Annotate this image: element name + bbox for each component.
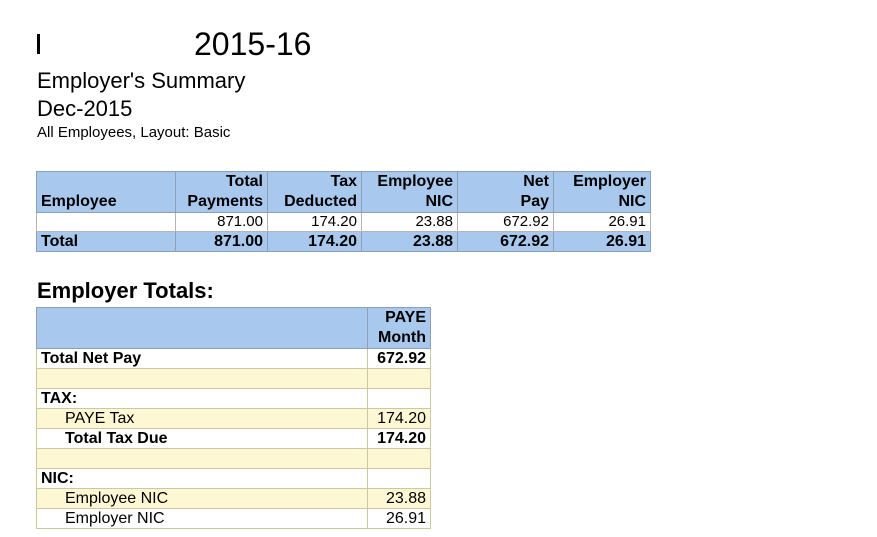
column-header-employer-nic: Employer NIC bbox=[553, 171, 651, 213]
row-label: Employee NIC bbox=[36, 488, 368, 509]
row-label: TAX: bbox=[36, 388, 368, 409]
report-title: Employer's Summary bbox=[37, 68, 246, 93]
row-value: 174.20 bbox=[367, 408, 431, 429]
row-label bbox=[36, 448, 368, 469]
employer-totals-header-blank bbox=[36, 307, 368, 349]
total-payments-total: 871.00 bbox=[175, 231, 268, 252]
table-total-row: Total 871.00 174.20 23.88 672.92 26.91 bbox=[36, 231, 651, 252]
column-header-employee-nic: Employee NIC bbox=[361, 171, 458, 213]
employer-nic-total: 26.91 bbox=[553, 231, 651, 252]
spacer-row bbox=[36, 368, 431, 389]
table-row: 871.00 174.20 23.88 672.92 26.91 bbox=[36, 212, 651, 232]
row-label: Total Net Pay bbox=[36, 348, 368, 369]
tax-section-row: TAX: bbox=[36, 388, 431, 409]
row-value: 26.91 bbox=[367, 508, 431, 529]
row-label: NIC: bbox=[36, 468, 368, 489]
row-value bbox=[367, 388, 431, 409]
employer-totals-title: Employer Totals: bbox=[37, 278, 214, 303]
row-label: Employer NIC bbox=[36, 508, 368, 529]
row-value bbox=[367, 368, 431, 389]
row-value: 672.92 bbox=[367, 348, 431, 369]
column-header-employee: Employee bbox=[36, 171, 176, 213]
report-filter: All Employees, Layout: Basic bbox=[37, 124, 231, 141]
employee-summary-table: Employee Total Payments Tax Deducted Emplo… bbox=[36, 171, 651, 252]
employer-totals-table: PAYE Month Total Net Pay 672.92 TAX: PAYE… bbox=[36, 307, 431, 529]
table-header-row: Employee Total Payments Tax Deducted Emplo… bbox=[36, 171, 651, 213]
employer-nic-cell: 26.91 bbox=[553, 212, 651, 232]
tax-year: 2015-16 bbox=[194, 26, 312, 62]
row-label bbox=[36, 368, 368, 389]
net-pay-total: 672.92 bbox=[457, 231, 554, 252]
column-header-tax-deducted: Tax Deducted bbox=[267, 171, 362, 213]
paye-tax-row: PAYE Tax 174.20 bbox=[36, 408, 431, 429]
total-payments-cell: 871.00 bbox=[175, 212, 268, 232]
row-value: 23.88 bbox=[367, 488, 431, 509]
redacted-company-mark bbox=[37, 34, 40, 54]
tax-deducted-cell: 174.20 bbox=[267, 212, 362, 232]
tax-deducted-total: 174.20 bbox=[267, 231, 362, 252]
employee-nic-cell: 23.88 bbox=[361, 212, 458, 232]
row-value: 174.20 bbox=[367, 428, 431, 449]
row-label: Total Tax Due bbox=[36, 428, 368, 449]
nic-section-row: NIC: bbox=[36, 468, 431, 489]
employer-nic-row: Employer NIC 26.91 bbox=[36, 508, 431, 529]
total-label: Total bbox=[36, 231, 176, 252]
row-label: PAYE Tax bbox=[36, 408, 368, 429]
column-header-paye-month: PAYE Month bbox=[367, 307, 431, 349]
net-pay-cell: 672.92 bbox=[457, 212, 554, 232]
column-header-net-pay: Net Pay bbox=[457, 171, 554, 213]
employee-nic-total: 23.88 bbox=[361, 231, 458, 252]
total-tax-due-row: Total Tax Due 174.20 bbox=[36, 428, 431, 449]
spacer-row bbox=[36, 448, 431, 469]
column-header-total-payments: Total Payments bbox=[175, 171, 268, 213]
redacted-employee-name bbox=[41, 219, 171, 225]
report-period: Dec-2015 bbox=[37, 96, 133, 121]
employee-name-cell bbox=[36, 212, 176, 232]
row-value bbox=[367, 448, 431, 469]
employer-totals-header-row: PAYE Month bbox=[36, 307, 431, 349]
total-net-pay-row: Total Net Pay 672.92 bbox=[36, 348, 431, 369]
row-value bbox=[367, 468, 431, 489]
employee-nic-row: Employee NIC 23.88 bbox=[36, 488, 431, 509]
